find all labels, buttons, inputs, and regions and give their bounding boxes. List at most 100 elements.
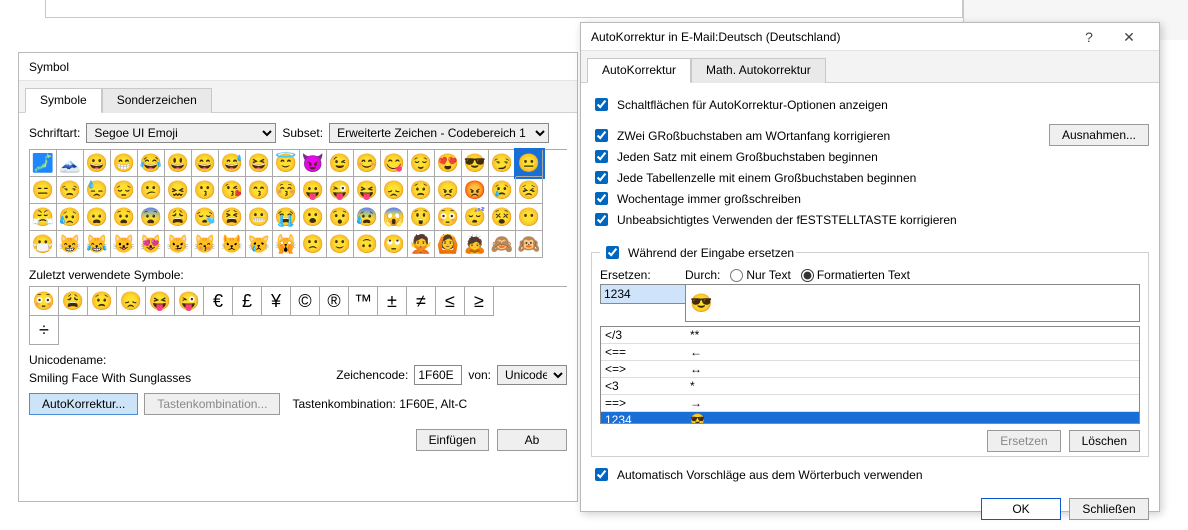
symbol-cell[interactable]: 😦 [84,204,111,231]
symbol-cell[interactable]: 😲 [408,204,435,231]
symbol-cell[interactable]: 😠 [435,177,462,204]
symbol-cell[interactable]: 🙆 [435,231,462,258]
symbol-cell[interactable]: 😡 [462,177,489,204]
durch-box[interactable]: 😎 [685,284,1140,322]
symbol-cell[interactable]: 😓 [84,177,111,204]
replace-list[interactable]: </3**<==←<=>↔<3*==>→1234😎999:) [600,326,1140,424]
symbol-cell[interactable]: 😀 [84,150,111,177]
symbol-cell[interactable]: 😵 [489,204,516,231]
symbol-cell[interactable]: 😤 [30,204,57,231]
replace-row[interactable]: <3* [601,378,1139,395]
replace-row[interactable]: <==← [601,344,1139,361]
symbol-cell[interactable]: 😫 [219,204,246,231]
symbol-cell[interactable]: 😭 [273,204,300,231]
symbol-cell[interactable]: 😔 [111,177,138,204]
symbol-cell[interactable]: 😥 [57,204,84,231]
symbol-cell[interactable]: 😸 [57,231,84,258]
recent-cell[interactable]: 😝 [146,287,175,316]
chk-tablecell[interactable] [595,171,608,184]
recent-cell[interactable]: 😟 [88,287,117,316]
symbol-cell[interactable]: 😾 [219,231,246,258]
symbol-cell[interactable]: 😣 [516,177,543,204]
symbol-cell[interactable]: 😑 [30,177,57,204]
symbol-cell[interactable]: 🙄 [381,231,408,258]
symbol-cell[interactable]: 😁 [111,150,138,177]
symbol-cell[interactable]: 😉 [327,150,354,177]
autokorrektur-button[interactable]: AutoKorrektur... [29,393,138,415]
recent-cell[interactable]: 😩 [59,287,88,316]
symbol-cell[interactable]: 😖 [165,177,192,204]
recent-cell[interactable]: ¥ [262,287,291,316]
symbol-cell[interactable]: 😴 [462,204,489,231]
radio-formatted[interactable] [801,269,814,282]
symbol-cell[interactable]: 😧 [111,204,138,231]
symbol-cell[interactable]: 😜 [327,177,354,204]
symbol-cell[interactable]: 😍 [435,150,462,177]
symbol-cell[interactable]: 😚 [273,177,300,204]
recent-cell[interactable]: ≠ [407,287,436,316]
symbol-cell[interactable]: 😷 [30,231,57,258]
recent-grid[interactable]: 😳😩😟😞😝😜€£¥©®™±≠≤≥÷ [29,286,567,345]
recent-cell[interactable]: 😳 [30,287,59,316]
symbol-cell[interactable]: 🙃 [354,231,381,258]
symbol-cell[interactable]: 😩 [165,204,192,231]
symbol-cell[interactable]: 😟 [408,177,435,204]
symbol-cell[interactable]: 😘 [219,177,246,204]
symbol-cell[interactable]: 😶 [516,204,543,231]
recent-cell[interactable]: ≥ [465,287,494,316]
symbol-cell[interactable]: 😏 [489,150,516,177]
symbol-cell[interactable]: 😌 [408,150,435,177]
symbol-cell[interactable]: 🗻 [57,150,84,177]
symbol-cell[interactable]: 😈 [300,150,327,177]
symbol-cell[interactable]: 😛 [300,177,327,204]
recent-cell[interactable]: 😜 [175,287,204,316]
replace-row[interactable]: </3** [601,327,1139,344]
chk-options[interactable] [595,98,608,111]
tab-autokorrektur[interactable]: AutoKorrektur [587,58,691,83]
symbol-cell[interactable]: 🙀 [273,231,300,258]
symbol-cell[interactable]: 😮 [300,204,327,231]
ausnahmen-button[interactable]: Ausnahmen... [1049,124,1149,146]
symbol-cell[interactable]: 😨 [138,204,165,231]
symbol-cell[interactable]: 😗 [192,177,219,204]
symbol-cell[interactable]: 🙉 [516,231,543,258]
symbol-cell[interactable]: 😽 [192,231,219,258]
symbol-cell[interactable]: 😹 [84,231,111,258]
symbol-cell[interactable]: 😞 [381,177,408,204]
recent-cell[interactable]: ® [320,287,349,316]
symbol-cell[interactable]: 🙇 [462,231,489,258]
ersetzen-button[interactable]: Ersetzen [987,430,1060,452]
chk-twocaps[interactable] [595,129,608,142]
symbol-cell[interactable]: 😯 [327,204,354,231]
symbol-cell[interactable]: 😙 [246,177,273,204]
symbol-cell[interactable]: 😅 [219,150,246,177]
symbol-cell[interactable]: 😬 [246,204,273,231]
symbol-cell[interactable]: 😐 [516,150,543,177]
chk-capslock[interactable] [595,213,608,226]
radio-plain[interactable] [730,269,743,282]
symbol-cell[interactable]: 😺 [111,231,138,258]
symbol-cell[interactable]: 😻 [138,231,165,258]
symbol-cell[interactable]: 😼 [165,231,192,258]
replace-row[interactable]: 1234😎 [601,412,1139,425]
recent-cell[interactable]: € [204,287,233,316]
help-button[interactable]: ? [1069,23,1109,51]
symbol-cell[interactable]: 😋 [381,150,408,177]
symbol-cell[interactable]: 😿 [246,231,273,258]
symbol-cell[interactable]: 😱 [381,204,408,231]
recent-cell[interactable]: ≤ [436,287,465,316]
from-select[interactable]: Unicode (h [497,365,567,385]
recent-cell[interactable]: ™ [349,287,378,316]
symbol-cell[interactable]: 🗾 [30,150,57,177]
font-select[interactable]: Segoe UI Emoji [86,123,276,143]
tastenkomb-button[interactable]: Tastenkombination... [144,393,280,415]
symbol-cell[interactable]: 🙂 [327,231,354,258]
chk-dict[interactable] [595,468,608,481]
code-input[interactable] [414,365,462,385]
symbol-cell[interactable]: 😃 [165,150,192,177]
symbol-cell[interactable]: 😎 [462,150,489,177]
symbol-cell[interactable]: 🙅 [408,231,435,258]
subset-select[interactable]: Erweiterte Zeichen - Codebereich 1 [329,123,549,143]
replace-row[interactable]: ==>→ [601,395,1139,412]
ok-button[interactable]: OK [981,498,1061,520]
